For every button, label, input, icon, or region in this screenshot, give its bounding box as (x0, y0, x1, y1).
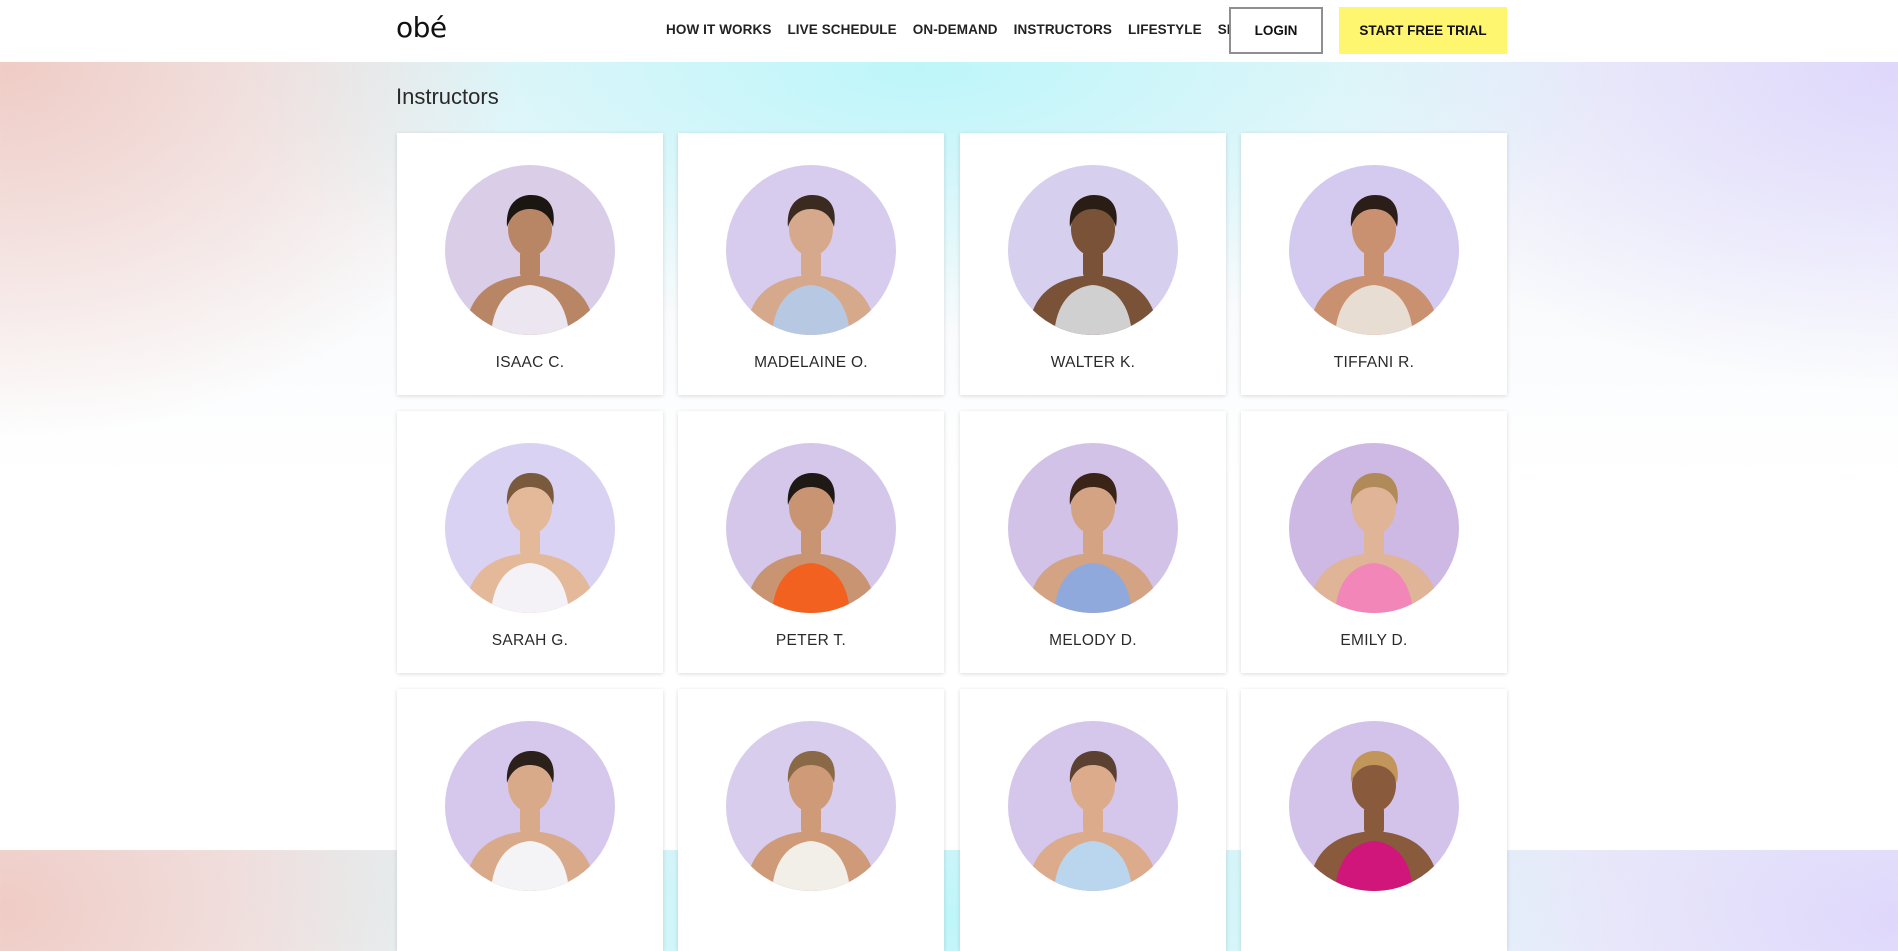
instructor-name[interactable]: WALTER K. (960, 354, 1226, 372)
page-title: Instructors (396, 84, 499, 109)
instructor-card[interactable]: MADELAINE O. (678, 133, 944, 395)
start-free-trial-button[interactable]: START FREE TRIAL (1339, 7, 1507, 54)
instructor-photo (445, 443, 615, 613)
main-nav: HOW IT WORKS LIVE SCHEDULE ON-DEMAND INS… (666, 22, 1272, 37)
instructor-photo (1008, 721, 1178, 891)
nav-instructors[interactable]: INSTRUCTORS (1014, 22, 1112, 37)
instructor-name[interactable]: TIFFANI R. (1241, 354, 1507, 372)
instructor-name[interactable]: EMILY D. (1241, 632, 1507, 650)
instructor-name[interactable]: MADELAINE O. (678, 354, 944, 372)
obe-logo[interactable]: obé (396, 11, 447, 44)
instructor-photo (1289, 443, 1459, 613)
instructor-card[interactable]: WALTER K. (960, 133, 1226, 395)
top-navigation-bar: obé HOW IT WORKS LIVE SCHEDULE ON-DEMAND… (0, 0, 1898, 62)
instructor-card[interactable] (960, 689, 1226, 951)
instructor-card[interactable]: MELODY D. (960, 411, 1226, 673)
nav-lifestyle[interactable]: LIFESTYLE (1128, 22, 1202, 37)
instructor-card[interactable]: PETER T. (678, 411, 944, 673)
instructor-photo (726, 721, 896, 891)
instructor-name[interactable]: SARAH G. (397, 632, 663, 650)
instructor-card[interactable]: EMILY D. (1241, 411, 1507, 673)
instructor-card[interactable] (397, 689, 663, 951)
instructor-photo (726, 165, 896, 335)
nav-how-it-works[interactable]: HOW IT WORKS (666, 22, 771, 37)
nav-on-demand[interactable]: ON-DEMAND (913, 22, 998, 37)
instructor-photo (1008, 165, 1178, 335)
instructor-card[interactable] (678, 689, 944, 951)
instructor-name[interactable]: PETER T. (678, 632, 944, 650)
instructor-photo (1008, 443, 1178, 613)
instructor-card[interactable]: TIFFANI R. (1241, 133, 1507, 395)
instructor-photo (445, 165, 615, 335)
instructor-name[interactable]: ISAAC C. (397, 354, 663, 372)
instructor-card[interactable]: ISAAC C. (397, 133, 663, 395)
instructor-card[interactable]: SARAH G. (397, 411, 663, 673)
instructor-photo (445, 721, 615, 891)
instructor-card[interactable] (1241, 689, 1507, 951)
instructor-photo (1289, 165, 1459, 335)
login-button[interactable]: LOGIN (1229, 7, 1323, 54)
instructor-photo (1289, 721, 1459, 891)
nav-live-schedule[interactable]: LIVE SCHEDULE (787, 22, 896, 37)
instructor-photo (726, 443, 896, 613)
instructor-name[interactable]: MELODY D. (960, 632, 1226, 650)
